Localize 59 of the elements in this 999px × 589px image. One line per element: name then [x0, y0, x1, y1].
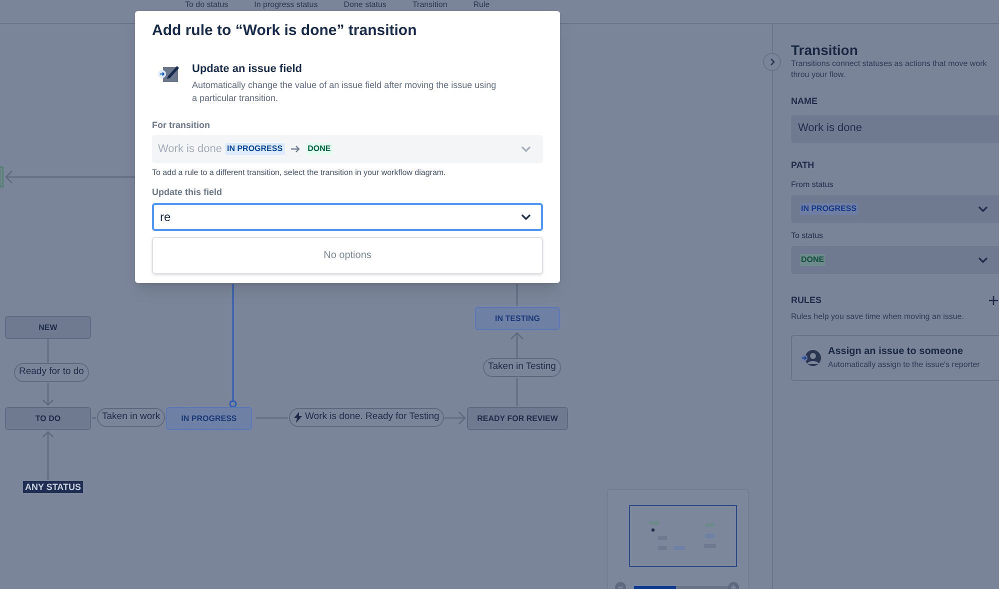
name-field[interactable]: Work is done: [791, 114, 999, 142]
assignee-icon: [800, 348, 822, 366]
status-node[interactable]: READY FOR REVIEW: [467, 407, 568, 430]
chevron-down-icon: [978, 206, 988, 212]
chevron-right-icon: [770, 58, 774, 66]
transition-label[interactable]: Taken in Testing: [483, 358, 561, 377]
status-lozenge: IN PROGRESS: [225, 143, 285, 155]
rule-description: Automatically assign to the issue's reporter: [828, 359, 980, 371]
field-label: From status: [791, 179, 834, 191]
rule-card[interactable]: Assign an issue to someone Automatically assign to the issue's reporter: [791, 334, 999, 380]
no-options-message: No options: [324, 248, 372, 262]
field-label: Update this field: [152, 186, 224, 199]
section-label: PATH: [791, 158, 816, 172]
header-tab[interactable]: Rule: [473, 0, 490, 9]
status-node[interactable]: NEW: [5, 316, 91, 339]
header-tab[interactable]: To do status: [185, 0, 228, 9]
section-label: RULES: [791, 294, 822, 307]
rules-description: Rules help you save time when moving an issue.: [791, 310, 965, 322]
panel-description: Transitions connect statuses as actions that move work throu your flow.: [791, 58, 988, 80]
header-tab[interactable]: In progress status: [254, 0, 318, 9]
transition-label[interactable]: Work is done. Ready for Testing: [289, 408, 444, 427]
status-node[interactable]: IN PROGRESS: [166, 407, 252, 430]
connector-arrow: [42, 383, 54, 406]
chevron-down-icon: [978, 257, 988, 263]
panel-toggle-button[interactable]: [763, 53, 781, 71]
zoom-slider-fill[interactable]: [634, 586, 676, 589]
to-status-select[interactable]: DONE: [791, 246, 999, 274]
chevron-down-icon: [521, 146, 531, 152]
any-status-tag: ANY STATUS: [23, 481, 84, 493]
rule-type-description: Automatically change the value of an issue field after moving the issue using a particular transition.: [192, 78, 498, 104]
connector-arrow: [510, 332, 524, 358]
field-label: For transition: [152, 118, 211, 132]
status-lozenge: IN PROGRESS: [800, 203, 858, 215]
field-select-input[interactable]: re: [152, 202, 543, 230]
selected-connector[interactable]: [229, 284, 237, 408]
transition-label[interactable]: Ready for to do: [14, 363, 89, 382]
status-lozenge: DONE: [800, 254, 826, 266]
panel-title: Transition: [791, 42, 859, 58]
from-status-select[interactable]: IN PROGRESS: [791, 195, 999, 223]
add-icon[interactable]: [989, 296, 998, 306]
header-tab[interactable]: Done status: [344, 0, 386, 9]
transition-label[interactable]: Taken in work: [97, 408, 166, 427]
status-lozenge: DONE: [306, 143, 333, 155]
rule-title: Assign an issue to someone: [828, 345, 964, 359]
helper-text: To add a rule to a different transition, select the transition in your workflow diagram.: [152, 167, 447, 179]
dialog-title: Add rule to “Work is done” transition: [152, 21, 418, 41]
rule-type-title: Update an issue field: [192, 62, 304, 77]
lightning-icon: [294, 412, 302, 423]
status-node-edge: [0, 166, 4, 188]
transition-name: Work is done: [158, 142, 222, 157]
status-node[interactable]: TO DO: [5, 407, 91, 430]
chevron-down-icon: [521, 214, 531, 220]
section-label: NAME: [791, 95, 818, 108]
field-label: To status: [791, 230, 824, 242]
arrow-right-icon: [290, 145, 300, 153]
field-edit-icon: [157, 63, 181, 85]
status-node[interactable]: IN TESTING: [475, 307, 560, 330]
connector-arrow: [42, 431, 54, 480]
header-tab[interactable]: Transition: [412, 0, 448, 9]
